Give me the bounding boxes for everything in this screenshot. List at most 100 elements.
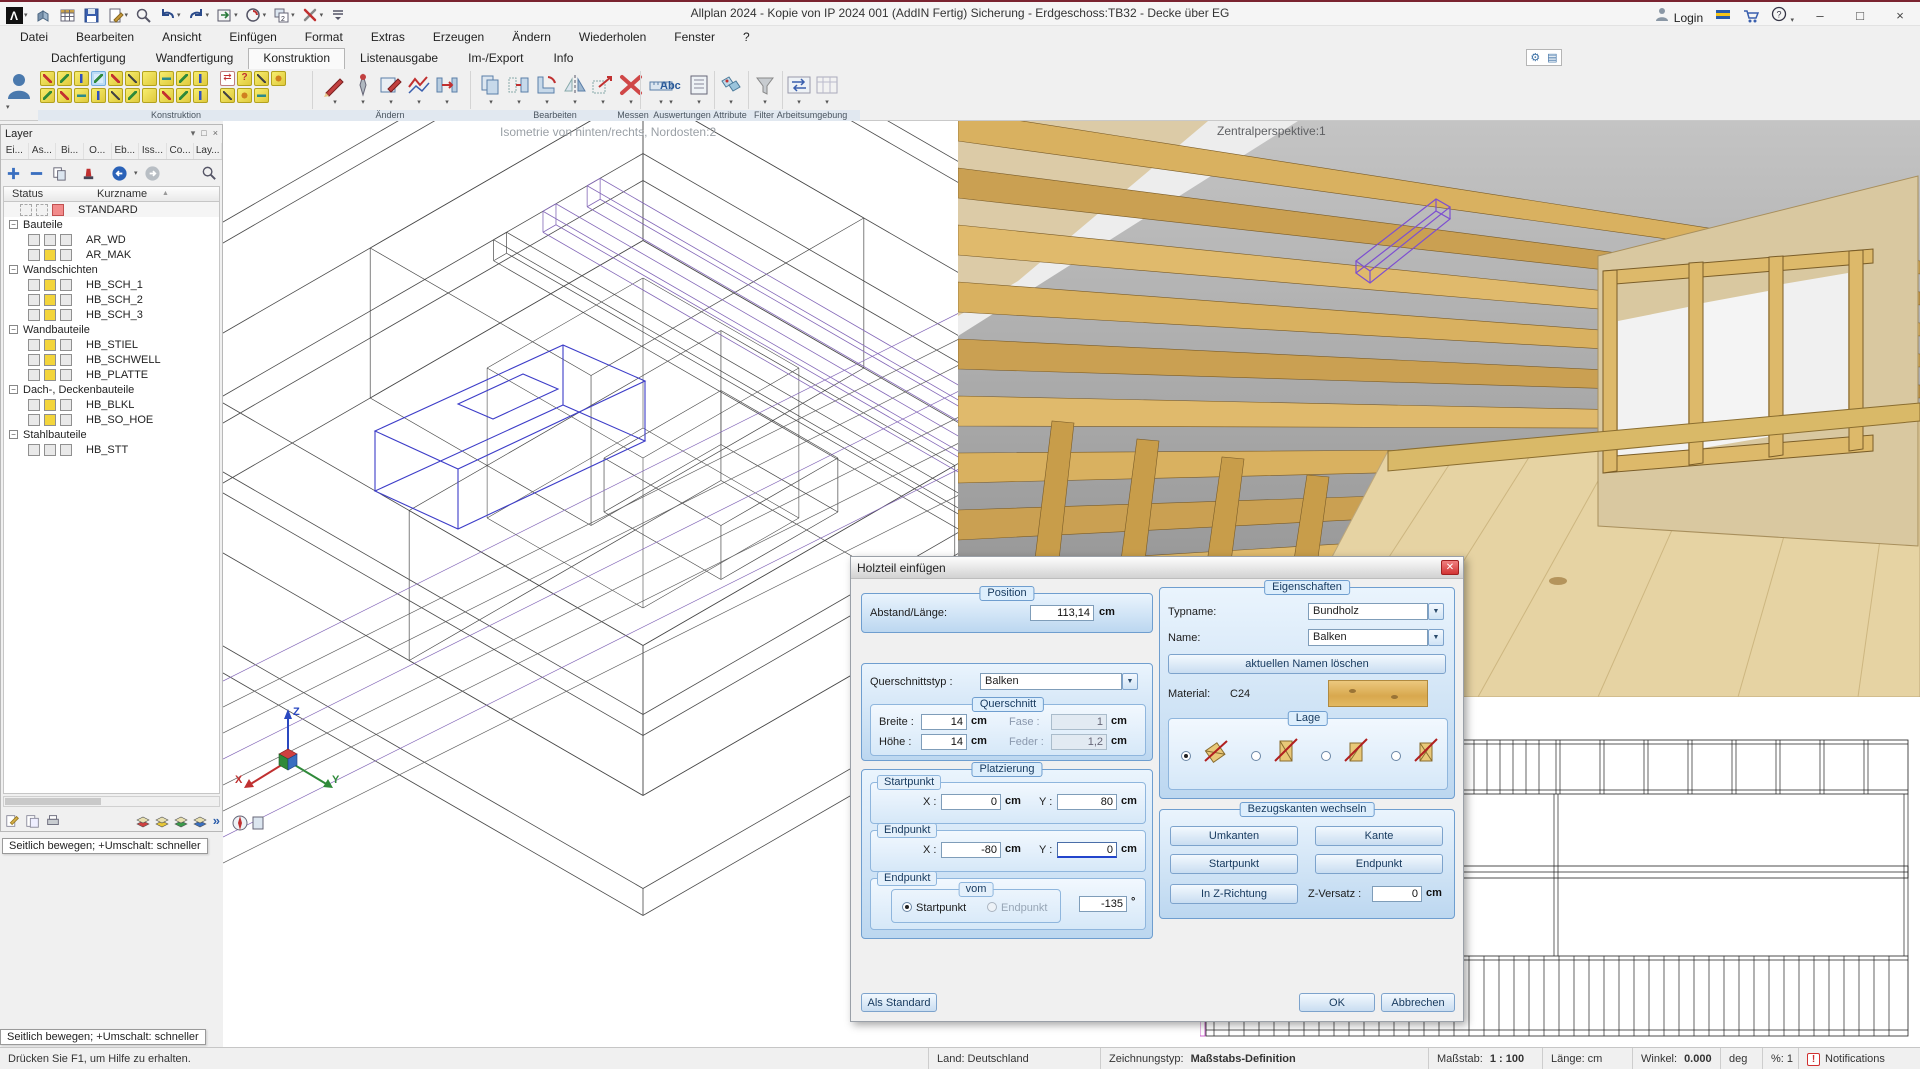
column-kurzname[interactable]: Kurzname bbox=[97, 188, 147, 200]
querschnittstyp-dropdown[interactable]: Balken ▼ bbox=[980, 673, 1138, 690]
menu-item-erzeugen[interactable]: Erzeugen bbox=[419, 30, 498, 44]
workspace-grid-icon[interactable]: ▾ bbox=[814, 73, 840, 106]
layer-tab-bi[interactable]: Bi... bbox=[56, 143, 84, 159]
layer-set-icon[interactable] bbox=[173, 813, 189, 829]
kante-button[interactable]: Kante bbox=[1315, 826, 1443, 846]
construction-tool-icon[interactable] bbox=[220, 88, 235, 103]
construction-tool-icon[interactable] bbox=[254, 88, 269, 103]
tags-icon[interactable]: ▾ bbox=[718, 73, 744, 106]
layer-row[interactable]: HB_SCH_2 bbox=[4, 292, 219, 307]
layer-tab-iss[interactable]: Iss... bbox=[139, 143, 167, 159]
layer-row[interactable]: HB_PLATTE bbox=[4, 367, 219, 382]
funnel-icon[interactable]: ▾ bbox=[752, 73, 778, 106]
shop-cart-icon[interactable] bbox=[1743, 8, 1759, 23]
endpunkt-y-field-focused[interactable]: 0 bbox=[1057, 842, 1117, 858]
login-button[interactable]: Login bbox=[1654, 6, 1703, 25]
lage-option-1[interactable] bbox=[1181, 749, 1191, 763]
material-swatch[interactable] bbox=[1328, 680, 1428, 707]
resize-icon[interactable]: ▾ bbox=[590, 73, 616, 106]
construction-tool-icon[interactable] bbox=[220, 71, 235, 86]
layer-tab-lay[interactable]: Lay... bbox=[194, 143, 222, 159]
typname-dropdown[interactable]: Bundholz ▼ bbox=[1308, 603, 1444, 620]
layer-row[interactable]: AR_MAK bbox=[4, 247, 219, 262]
construction-tool-icon[interactable] bbox=[254, 71, 269, 86]
layer-row[interactable]: AR_WD bbox=[4, 232, 219, 247]
abstand-field[interactable]: 113,14 bbox=[1030, 605, 1094, 621]
layer-table-header[interactable]: Status Kurzname ▲ bbox=[3, 186, 220, 202]
startpunkt-x-field[interactable]: 0 bbox=[941, 794, 1001, 810]
layer-row[interactable]: HB_BLKL bbox=[4, 397, 219, 412]
cancel-button[interactable]: Abbrechen bbox=[1381, 993, 1455, 1012]
layer-tab-as[interactable]: As... bbox=[29, 143, 57, 159]
layer-group-row[interactable]: −Wandbauteile bbox=[4, 322, 219, 337]
avatar[interactable]: ▾ bbox=[6, 72, 32, 111]
dialog-titlebar[interactable]: Holzteil einfügen ✕ bbox=[851, 557, 1463, 579]
construction-tool-icon[interactable] bbox=[40, 71, 55, 86]
layer-row[interactable]: HB_SCH_3 bbox=[4, 307, 219, 322]
chevron-down-icon[interactable]: ▼ bbox=[1428, 629, 1444, 646]
close-button[interactable]: × bbox=[1886, 8, 1914, 23]
construction-tool-icon[interactable] bbox=[125, 88, 140, 103]
tools-icon[interactable]: ▾ bbox=[302, 7, 324, 24]
tab-dachfertigung[interactable]: Dachfertigung bbox=[36, 48, 141, 69]
pages-icon[interactable] bbox=[25, 813, 41, 829]
ok-button[interactable]: OK bbox=[1299, 993, 1375, 1012]
back-icon[interactable] bbox=[111, 165, 128, 182]
tab-info[interactable]: Info bbox=[538, 48, 588, 69]
chevron-down-icon[interactable]: ▼ bbox=[1122, 673, 1138, 690]
scrollbar-thumb[interactable] bbox=[5, 798, 101, 805]
construction-tool-icon[interactable] bbox=[159, 88, 174, 103]
repeat-icon[interactable]: ▾ bbox=[216, 7, 238, 24]
layer-tab-co[interactable]: Co... bbox=[167, 143, 195, 159]
menu-item-extras[interactable]: Extras bbox=[357, 30, 419, 44]
endpunkt-x-field[interactable]: -80 bbox=[941, 842, 1001, 858]
name-dropdown[interactable]: Balken ▼ bbox=[1308, 629, 1444, 646]
doc-edit-icon[interactable]: ▾ bbox=[107, 7, 129, 24]
z-versatz-field[interactable]: 0 bbox=[1372, 886, 1422, 902]
startpunkt-button[interactable]: Startpunkt bbox=[1170, 854, 1298, 874]
maximize-button[interactable]: □ bbox=[1846, 8, 1874, 23]
construction-tool-icon[interactable] bbox=[142, 88, 157, 103]
menu-item-format[interactable]: Format bbox=[291, 30, 357, 44]
list-icon[interactable]: ▤ bbox=[1547, 51, 1557, 64]
construction-tool-icon[interactable] bbox=[237, 71, 252, 86]
mirror-icon[interactable]: ▾ bbox=[562, 73, 588, 106]
panel-close-icon[interactable]: × bbox=[213, 128, 218, 139]
flag-icon[interactable] bbox=[1715, 8, 1731, 22]
edit-pencil-icon[interactable]: ▾ bbox=[322, 73, 348, 106]
copy-icon[interactable]: ▾ bbox=[478, 73, 504, 106]
rotate-icon[interactable]: ▾ bbox=[534, 73, 560, 106]
status-land[interactable]: Land:Deutschland bbox=[928, 1048, 1100, 1069]
gear-icon[interactable]: ⚙ bbox=[1530, 51, 1540, 64]
save-icon[interactable] bbox=[83, 7, 100, 24]
lage-option-4[interactable] bbox=[1391, 749, 1401, 763]
construction-tool-icon[interactable] bbox=[237, 88, 252, 103]
collapse-icon[interactable]: − bbox=[9, 220, 18, 229]
als-standard-button[interactable]: Als Standard bbox=[861, 993, 937, 1012]
edit-page-icon[interactable] bbox=[5, 813, 21, 829]
undo-icon[interactable]: ▾ bbox=[159, 7, 181, 24]
project-icon[interactable] bbox=[35, 7, 52, 24]
construction-tool-icon[interactable] bbox=[57, 88, 72, 103]
compass-icon[interactable] bbox=[231, 813, 265, 833]
more-icon[interactable] bbox=[330, 7, 347, 24]
minimize-button[interactable]: – bbox=[1806, 8, 1834, 23]
report-icon[interactable]: ▾ bbox=[686, 73, 712, 106]
status-deg[interactable]: deg bbox=[1720, 1048, 1762, 1069]
construction-tool-icon[interactable] bbox=[40, 88, 55, 103]
construction-tool-icon[interactable] bbox=[74, 88, 89, 103]
layer-row[interactable]: HB_SCHWELL bbox=[4, 352, 219, 367]
menu-item-datei[interactable]: Datei bbox=[6, 30, 62, 44]
dialog-close-button[interactable]: ✕ bbox=[1441, 560, 1459, 575]
table-icon[interactable] bbox=[59, 7, 76, 24]
status-zeichnungstyp[interactable]: Zeichnungstyp:Maßstabs-Definition bbox=[1100, 1048, 1428, 1069]
construction-tool-icon[interactable] bbox=[142, 71, 157, 86]
status-percent[interactable]: %: 1 bbox=[1762, 1048, 1798, 1069]
stamp-icon[interactable] bbox=[80, 165, 97, 182]
construction-tool-icon[interactable] bbox=[159, 71, 174, 86]
collapse-icon[interactable]: − bbox=[9, 265, 18, 274]
layer-set-icon[interactable] bbox=[154, 813, 170, 829]
umkanten-button[interactable]: Umkanten bbox=[1170, 826, 1298, 846]
radio-startpunkt[interactable]: Startpunkt bbox=[902, 900, 966, 914]
layer-group-row[interactable]: −Wandschichten bbox=[4, 262, 219, 277]
